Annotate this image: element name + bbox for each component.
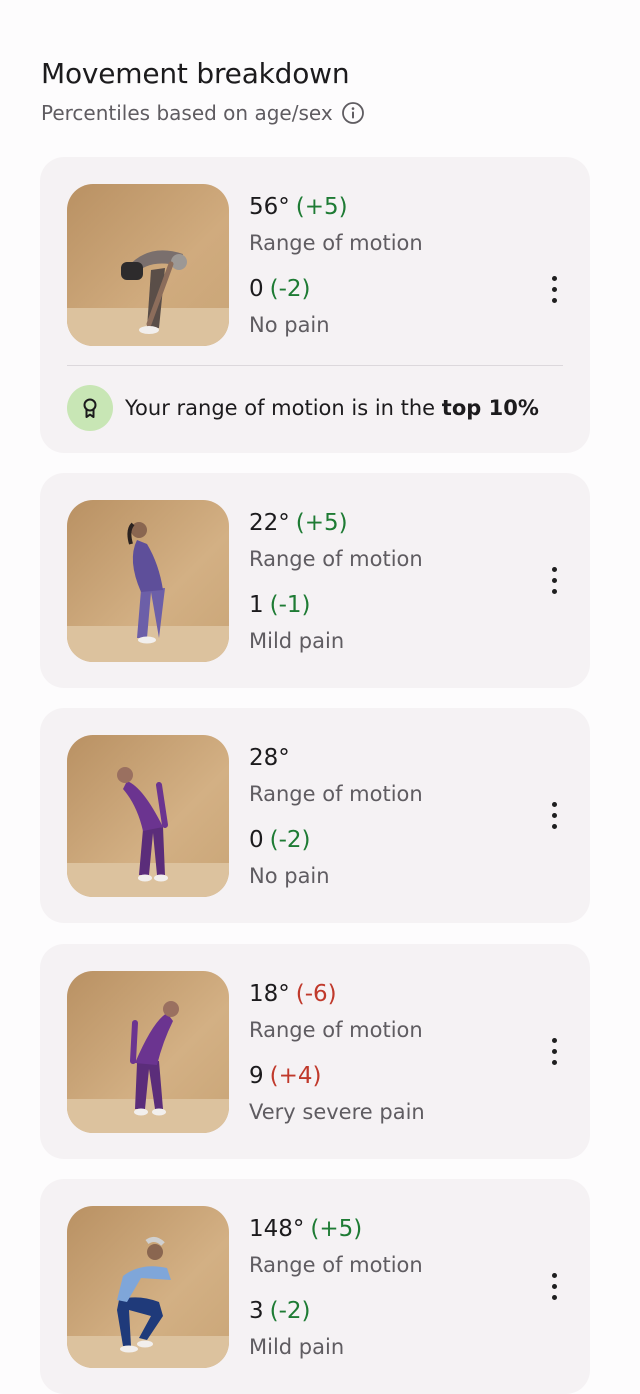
rom-label: Range of motion	[249, 547, 423, 571]
pain-line: 0 (-2)	[249, 271, 423, 307]
pain-delta: (-2)	[269, 276, 311, 302]
movement-card-side-bend-left[interactable]: 18° (-6) Range of motion 9 (+4) Very sever…	[40, 944, 590, 1159]
more-options-icon[interactable]	[536, 265, 572, 313]
info-icon[interactable]	[341, 101, 365, 125]
movement-stats: 18° (-6) Range of motion 9 (+4) Very sever…	[249, 976, 425, 1140]
movement-stats: 22° (+5) Range of motion 1 (-1) Mild pain	[249, 505, 423, 669]
movement-card-side-bend-right[interactable]: 28° Range of motion 0 (-2) No pain	[40, 708, 590, 923]
pain-label: Mild pain	[249, 1335, 345, 1359]
card-divider	[67, 365, 563, 366]
rom-label: Range of motion	[249, 1018, 423, 1042]
movement-card-squat[interactable]: 148° (+5) Range of motion 3 (-2) Mild pain	[40, 1179, 590, 1394]
forward-bend-photo	[67, 184, 229, 346]
rom-value: 56°	[249, 194, 290, 220]
rom-value: 28°	[249, 745, 290, 771]
pain-label: No pain	[249, 313, 330, 337]
rom-line: 22° (+5)	[249, 505, 423, 541]
rom-label: Range of motion	[249, 231, 423, 255]
more-options-icon[interactable]	[536, 1263, 572, 1311]
pain-label: Very severe pain	[249, 1100, 425, 1124]
side-bend-right-photo	[67, 735, 229, 897]
rom-line: 28°	[249, 740, 423, 776]
section-title: Movement breakdown	[41, 57, 350, 90]
more-options-icon[interactable]	[536, 1028, 572, 1076]
rom-line: 148° (+5)	[249, 1211, 423, 1247]
pain-value: 0	[249, 276, 264, 302]
more-options-icon[interactable]	[536, 557, 572, 605]
movement-breakdown-page: Movement breakdown Percentiles based on …	[0, 0, 640, 1394]
percentile-text: Your range of motion is in the top 10%	[125, 396, 539, 420]
squat-photo	[67, 1206, 229, 1368]
pain-value: 0	[249, 827, 264, 853]
rom-value: 148°	[249, 1216, 305, 1242]
movement-stats: 148° (+5) Range of motion 3 (-2) Mild pain	[249, 1211, 423, 1375]
pain-delta: (-1)	[269, 592, 311, 618]
pain-delta: (-2)	[269, 1298, 311, 1324]
percentile-strong: top 10%	[441, 396, 539, 420]
pain-line: 9 (+4)	[249, 1058, 425, 1094]
movement-stats: 56° (+5) Range of motion 0 (-2) No pain	[249, 189, 423, 353]
pain-label: No pain	[249, 864, 330, 888]
subtitle-row: Percentiles based on age/sex	[41, 99, 365, 127]
percentile-badge: Your range of motion is in the top 10%	[67, 385, 539, 431]
pain-line: 1 (-1)	[249, 587, 423, 623]
pain-value: 1	[249, 592, 264, 618]
pain-line: 3 (-2)	[249, 1293, 423, 1329]
pain-line: 0 (-2)	[249, 822, 423, 858]
award-ribbon-icon	[67, 385, 113, 431]
pain-label: Mild pain	[249, 629, 345, 653]
movement-card-forward-bend[interactable]: 56° (+5) Range of motion 0 (-2) No pain Yo…	[40, 157, 590, 453]
movement-stats: 28° Range of motion 0 (-2) No pain	[249, 740, 423, 904]
rom-label: Range of motion	[249, 782, 423, 806]
rom-label: Range of motion	[249, 1253, 423, 1277]
rom-line: 18° (-6)	[249, 976, 425, 1012]
rom-delta: (-6)	[295, 981, 337, 1007]
pain-delta: (+4)	[269, 1063, 322, 1089]
side-bend-left-photo	[67, 971, 229, 1133]
section-subtitle: Percentiles based on age/sex	[41, 101, 333, 125]
rom-value: 22°	[249, 510, 290, 536]
rom-delta: (+5)	[310, 1216, 363, 1242]
pain-value: 3	[249, 1298, 264, 1324]
rom-line: 56° (+5)	[249, 189, 423, 225]
back-bend-photo	[67, 500, 229, 662]
movement-card-back-bend[interactable]: 22° (+5) Range of motion 1 (-1) Mild pain	[40, 473, 590, 688]
rom-value: 18°	[249, 981, 290, 1007]
pain-value: 9	[249, 1063, 264, 1089]
rom-delta: (+5)	[295, 194, 348, 220]
pain-delta: (-2)	[269, 827, 311, 853]
more-options-icon[interactable]	[536, 792, 572, 840]
rom-delta: (+5)	[295, 510, 348, 536]
